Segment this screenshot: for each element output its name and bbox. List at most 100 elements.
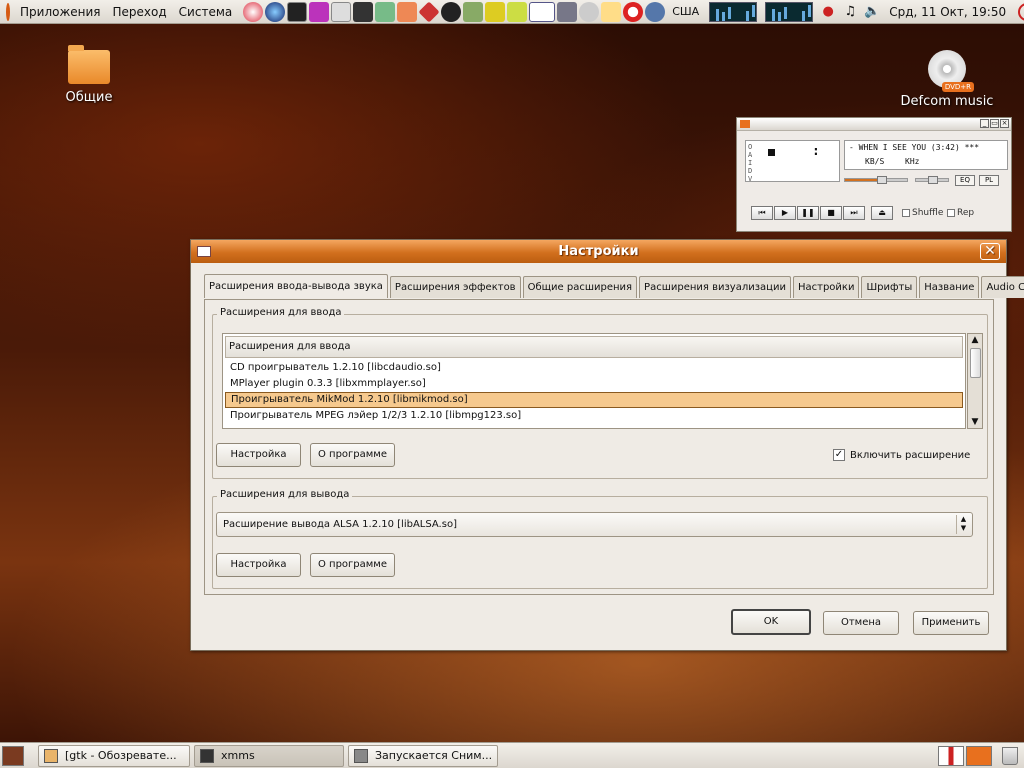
play-icon[interactable]: ▶ [774,206,796,220]
launcher-icon[interactable] [397,1,418,22]
input-plugins-frame-label: Расширения для ввода [217,307,345,318]
desktop-icon-dvd[interactable]: DVD+R Defcom music [894,50,1000,109]
bomb-icon[interactable] [441,1,462,22]
balance-slider-knob[interactable] [928,176,938,184]
taskbar-item-xmms[interactable]: xmms [194,744,344,767]
output-about-button[interactable]: О программе [310,553,395,577]
launcher-icon[interactable] [463,1,484,22]
scroll-up-icon[interactable]: ▲ [970,335,980,345]
input-configure-button[interactable]: Настройка [216,443,301,467]
network-monitor[interactable] [765,1,814,22]
stop-indicator-icon [768,149,775,156]
workspace-2[interactable] [966,745,992,766]
ubuntu-logo-icon[interactable] [6,2,10,21]
launcher-icon[interactable] [645,1,666,22]
launcher-bar [242,0,666,23]
window-menu-icon[interactable] [197,246,211,257]
playlist-button[interactable]: PL [979,175,999,186]
next-track-icon[interactable]: ⏭ [843,206,865,220]
tab-audio-cd[interactable]: Audio CD [981,276,1024,298]
launcher-icon[interactable] [375,1,396,22]
trash-icon[interactable] [1002,746,1018,765]
shuffle-toggle[interactable]: Shuffle [902,208,943,218]
volume-slider-knob[interactable] [877,176,887,184]
menu-system[interactable]: Система [173,5,239,19]
pause-icon[interactable]: ❚❚ [797,206,819,220]
input-about-button[interactable]: О программе [310,443,395,467]
dialog-title: Настройки [558,244,639,259]
enable-plugin-checkbox[interactable]: ✓ [833,449,845,461]
apply-button[interactable]: Применить [913,611,989,635]
list-item[interactable]: CD проигрыватель 1.2.10 [libcdaudio.so] [225,360,963,376]
power-icon[interactable] [1018,2,1024,21]
cancel-button[interactable]: Отмена [823,611,899,635]
launcher-icon[interactable] [243,1,264,22]
terminal-icon[interactable] [287,1,308,22]
opera-icon[interactable] [623,1,644,22]
launcher-icon[interactable] [485,1,506,22]
launcher-icon[interactable] [579,1,600,22]
ok-button[interactable]: OK [731,609,811,635]
tab-title[interactable]: Название [919,276,980,298]
keyboard-layout-indicator[interactable]: США [666,5,705,18]
scrollbar-thumb[interactable] [970,348,981,378]
music-note-icon[interactable] [353,1,374,22]
tab-io-plugins[interactable]: Расширения ввода-вывода звука [204,274,388,298]
stop-icon[interactable]: ■ [820,206,842,220]
eject-icon[interactable]: ⏏ [871,206,893,220]
opera-tray-icon[interactable]: ● [820,4,836,20]
mplayer-icon[interactable] [529,1,556,22]
shuffle-checkbox[interactable] [902,209,910,217]
combo-arrows-icon[interactable]: ▲ ▼ [956,515,970,534]
clock[interactable]: Срд, 11 Окт, 19:50 [883,5,1012,19]
browser-globe-icon[interactable] [265,1,286,22]
equalizer-button[interactable]: EQ [955,175,975,186]
dialog-titlebar[interactable]: Настройки ✕ [191,240,1006,263]
tab-effect-plugins[interactable]: Расширения эффектов [389,276,521,298]
close-icon[interactable]: × [1000,119,1009,128]
menu-places[interactable]: Переход [107,5,173,19]
xmms-menu-icon[interactable] [740,120,750,128]
notes-icon[interactable] [601,1,622,22]
previous-track-icon[interactable]: ⏮ [751,206,773,220]
taskbar-item-screenshot[interactable]: Запускается Сним... [348,744,498,767]
enable-plugin-toggle[interactable]: ✓ Включить расширение [833,449,970,461]
list-column-header[interactable]: Расширения для ввода [225,336,963,358]
tab-visualization-plugins[interactable]: Расширения визуализации [639,276,791,298]
output-configure-button[interactable]: Настройка [216,553,301,577]
text-editor-icon[interactable] [331,1,352,22]
launcher-icon[interactable] [309,1,330,22]
show-desktop-icon[interactable] [2,745,24,766]
repeat-checkbox[interactable] [947,209,955,217]
list-item[interactable]: Проигрыватель MPEG лэйер 1/2/3 1.2.10 [l… [225,408,963,424]
list-item[interactable]: MPlayer plugin 0.3.3 [libxmmplayer.so] [225,376,963,392]
shade-icon[interactable]: ▭ [990,119,999,128]
volume-slider[interactable] [844,178,908,182]
xmms-time-display: O A I D V : [745,140,840,183]
list-item-selected[interactable]: Проигрыватель MikMod 1.2.10 [libmikmod.s… [225,392,963,408]
list-scrollbar[interactable]: ▲ ▼ [967,333,983,429]
output-plugin-select[interactable]: Расширение вывода ALSA 1.2.10 [libALSA.s… [216,512,973,537]
repeat-toggle[interactable]: Rep [947,208,974,218]
menu-applications[interactable]: Приложения [14,5,107,19]
camera-icon [354,748,368,763]
input-plugins-list[interactable]: Расширения для ввода CD проигрыватель 1.… [222,333,966,429]
minimize-icon[interactable]: _ [980,119,989,128]
launcher-icon[interactable] [418,0,440,23]
song-title: - WHEN I SEE YOU (3:42) *** [849,143,980,152]
music-note-icon[interactable]: ♫ [842,4,858,20]
volume-icon[interactable]: 🔈 [864,4,880,20]
taskbar-item-browser[interactable]: [gtk - Обозревате... [38,744,190,767]
tab-bar: Расширения ввода-вывода звука Расширения… [204,274,1024,298]
tab-options[interactable]: Настройки [792,276,860,298]
tab-fonts[interactable]: Шрифты [861,276,918,298]
cpu-monitor[interactable] [709,1,758,22]
workspace-1[interactable] [938,745,964,766]
network-icon[interactable] [557,1,578,22]
xmms-titlebar[interactable]: _ ▭ × [737,118,1011,131]
tab-general-plugins[interactable]: Общие расширения [522,276,638,298]
desktop-icon-shared[interactable]: Общие [50,45,128,105]
scroll-down-icon[interactable]: ▼ [970,417,980,427]
close-icon[interactable]: ✕ [980,243,1000,260]
launcher-icon[interactable] [507,1,528,22]
